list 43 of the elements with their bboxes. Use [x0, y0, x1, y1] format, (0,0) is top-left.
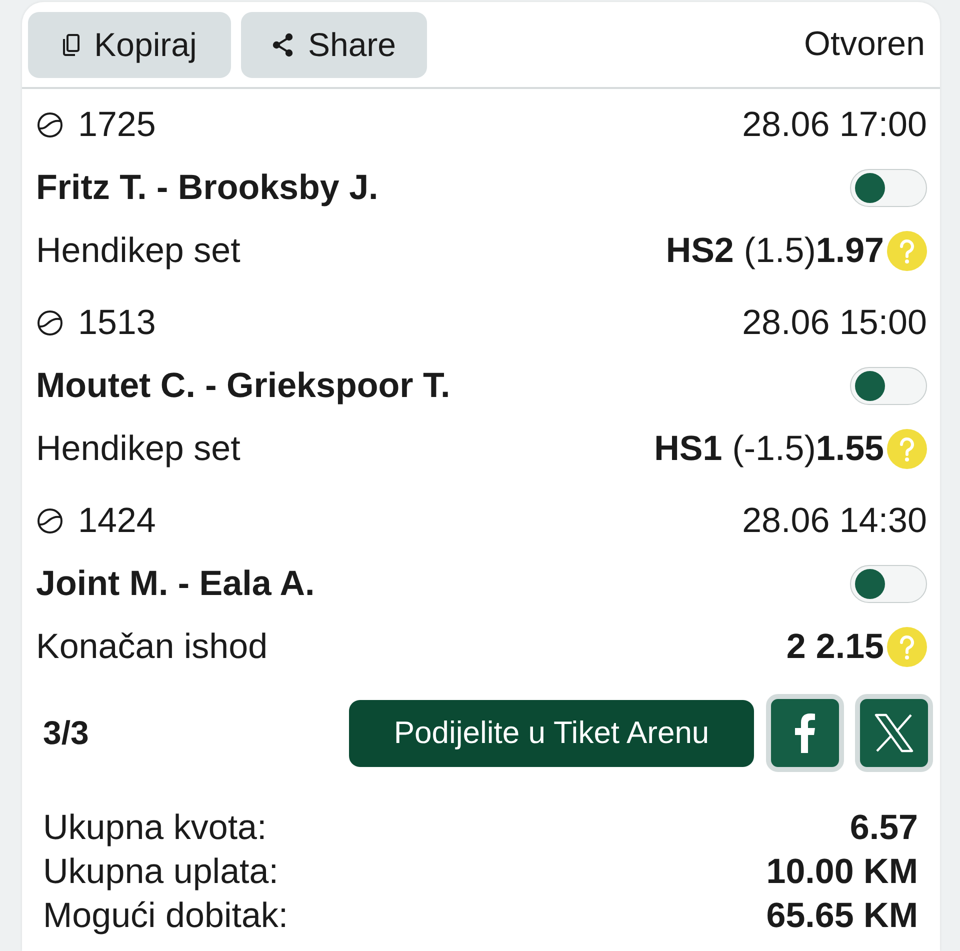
tennis-ball-icon: [37, 112, 63, 138]
handicap-value: (-1.5): [732, 428, 816, 468]
toggle-switch[interactable]: [850, 564, 927, 602]
toggle-switch[interactable]: [850, 168, 927, 206]
pick-label: HS2: [666, 230, 734, 270]
copy-icon: [62, 34, 80, 56]
facebook-logo-icon: [795, 713, 815, 753]
pick-label: HS1: [654, 428, 722, 468]
match-teams: Joint M. - Eala A.: [36, 564, 315, 604]
odds-value: 1.55: [816, 428, 884, 468]
total-label: Ukupna uplata:: [43, 852, 278, 892]
match-datetime: 28.06 17:00: [742, 104, 927, 144]
status-label: Otvoren: [804, 25, 925, 64]
odds-value: 2.15: [816, 626, 884, 666]
match-teams: Moutet C. - Griekspoor T.: [36, 366, 450, 406]
match-code: 1424: [78, 500, 156, 540]
match-code: 1513: [78, 302, 156, 342]
tennis-ball-icon: [37, 310, 63, 336]
total-value: 10.00 KM: [766, 852, 918, 892]
odds-value: 1.97: [816, 230, 884, 270]
x-button[interactable]: [855, 694, 933, 772]
total-value: 6.57: [850, 808, 918, 848]
pick-label: 2: [786, 626, 806, 666]
toggle-switch[interactable]: [850, 366, 927, 404]
match-datetime: 28.06 14:30: [742, 500, 927, 540]
match-datetime: 28.06 15:00: [742, 302, 927, 342]
match-teams: Fritz T. - Brooksby J.: [36, 168, 378, 208]
selection-count: 3/3: [43, 714, 89, 752]
total-label: Mogući dobitak:: [43, 896, 288, 936]
handicap-value: (1.5): [744, 230, 816, 270]
match-code: 1725: [78, 104, 156, 144]
total-label: Ukupna kvota:: [43, 808, 267, 848]
facebook-button[interactable]: [766, 694, 844, 772]
tennis-ball-icon: [37, 508, 63, 534]
market-name: Hendikep set: [36, 230, 240, 270]
total-value: 65.65 KM: [766, 896, 918, 936]
market-name: Konačan ishod: [36, 626, 268, 666]
x-logo-icon: [874, 713, 914, 753]
share-to-arena-button[interactable]: Podijelite u Tiket Arenu: [349, 700, 754, 766]
share-icon: [272, 32, 294, 56]
copy-button[interactable]: Kopiraj: [28, 12, 231, 78]
market-name: Hendikep set: [36, 428, 240, 468]
share-button[interactable]: Share: [241, 12, 427, 78]
